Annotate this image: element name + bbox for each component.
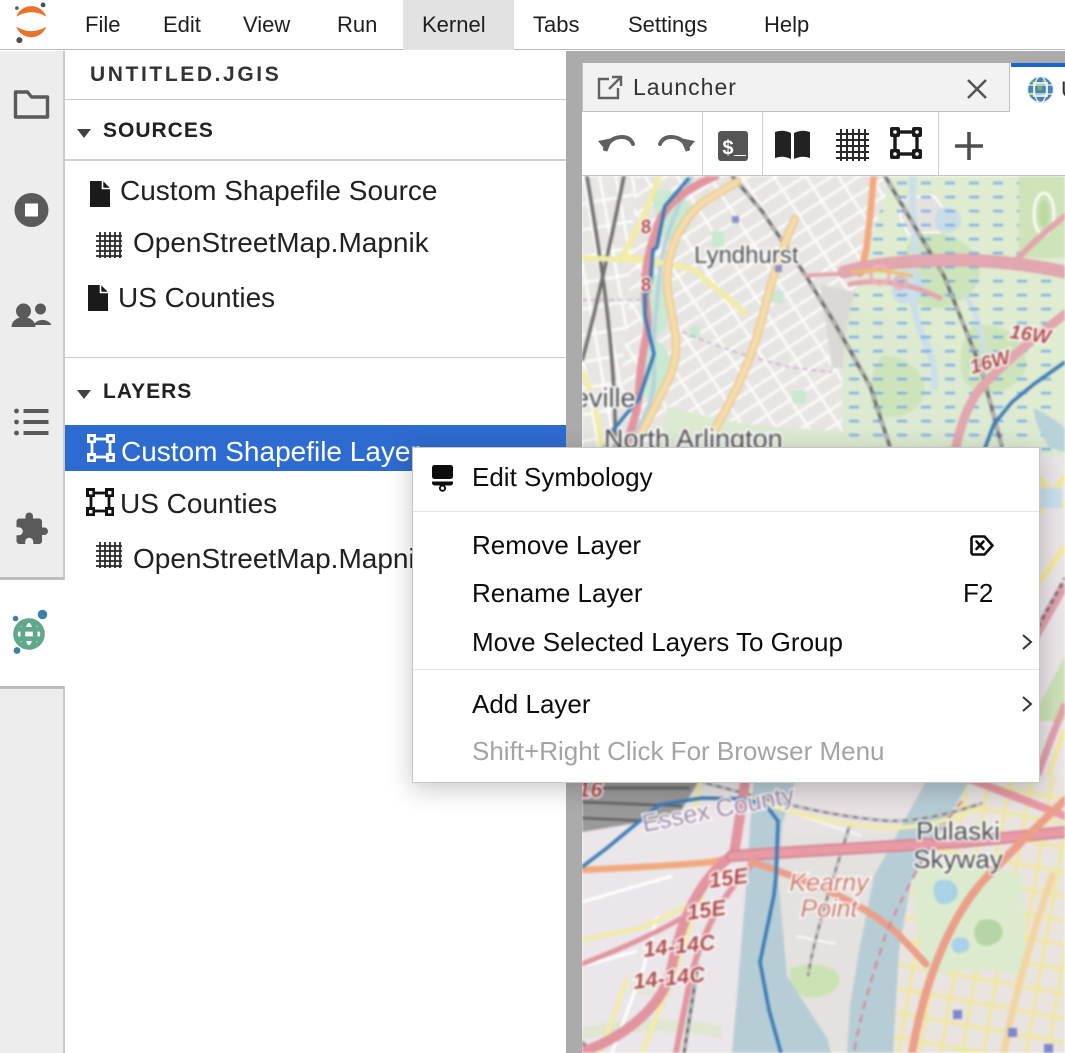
svg-text:Kearny: Kearny (789, 869, 870, 897)
svg-text:eville: eville (582, 383, 636, 413)
svg-text:Point: Point (801, 895, 859, 923)
svg-text:Skyway: Skyway (913, 844, 1003, 874)
svg-text:Pulaski: Pulaski (916, 816, 1000, 846)
svg-text:$_: $_ (722, 138, 747, 161)
svg-text:Lyndhurst: Lyndhurst (694, 242, 799, 269)
